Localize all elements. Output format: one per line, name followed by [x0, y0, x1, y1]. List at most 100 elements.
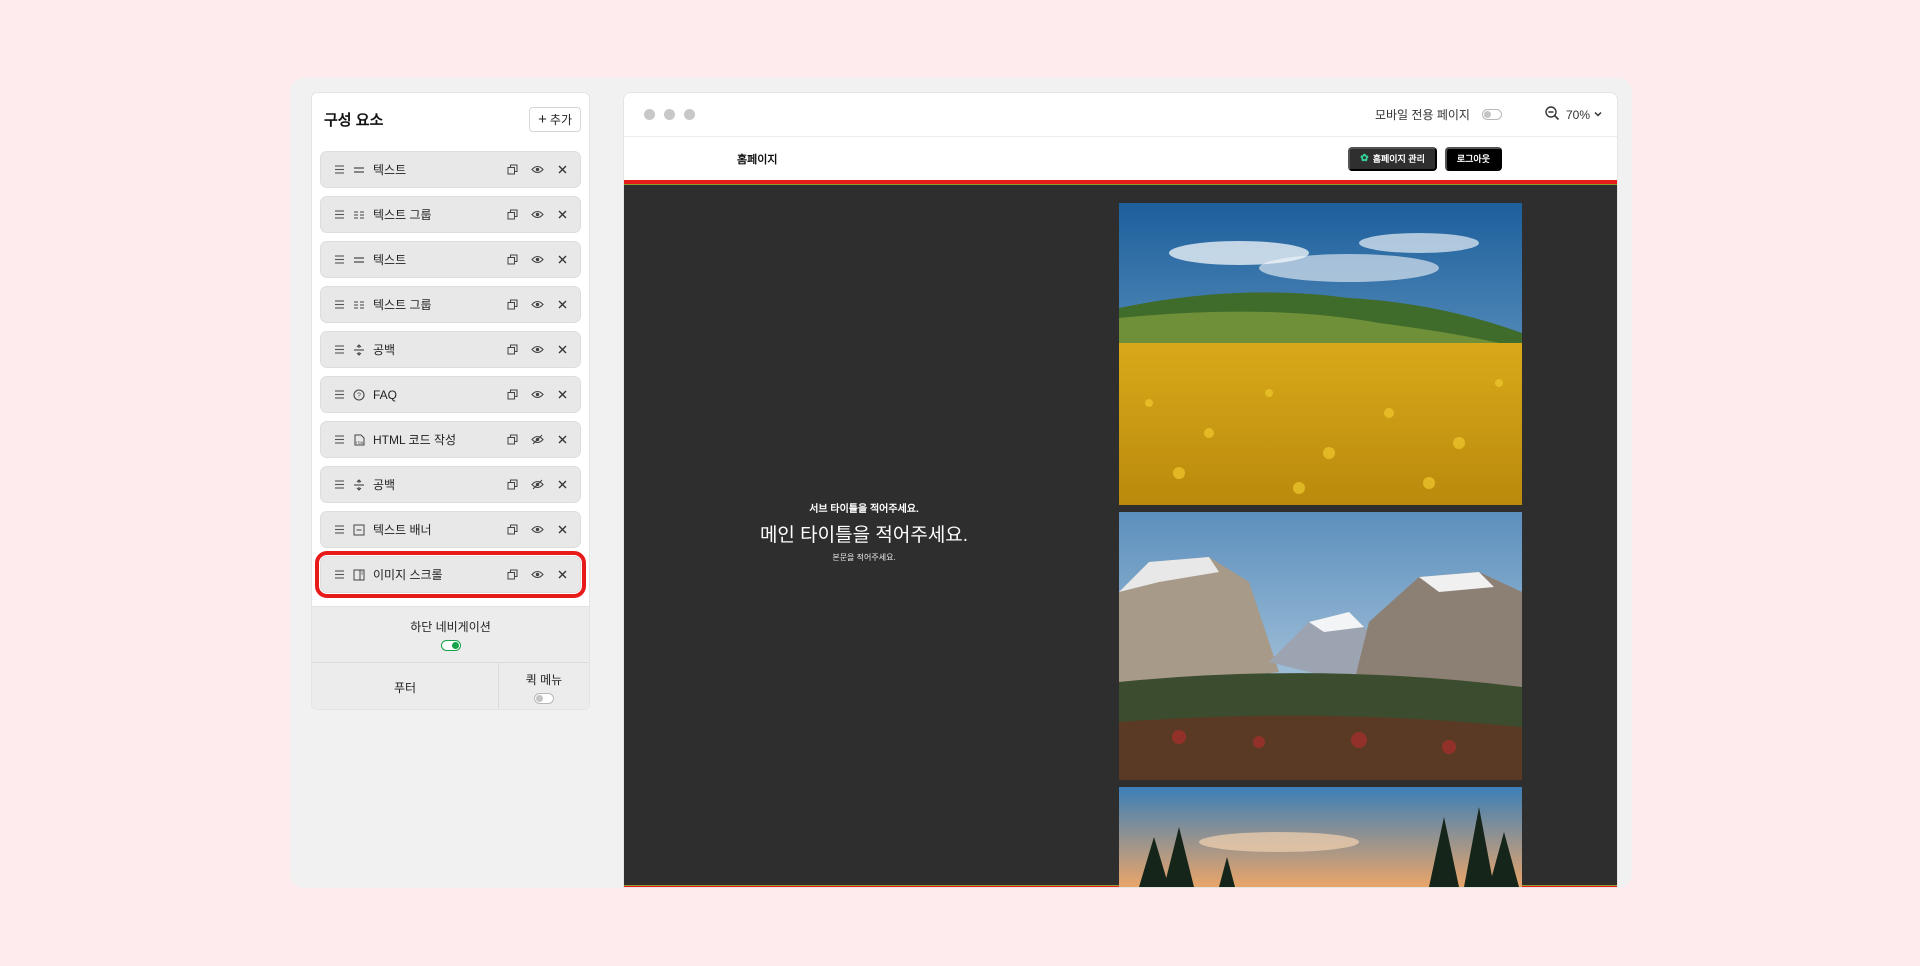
sidebar-title: 구성 요소	[324, 111, 384, 129]
footer-label: 푸터	[393, 680, 417, 695]
plus-icon: +	[538, 110, 547, 128]
eye-icon[interactable]	[528, 565, 547, 584]
spacer-icon	[351, 343, 367, 357]
mobile-only-toggle[interactable]	[1481, 109, 1502, 120]
logout-button[interactable]: 로그아웃	[1444, 146, 1502, 171]
component-item[interactable]: 텍스트 배너	[320, 511, 581, 548]
component-item-label: 공백	[373, 478, 396, 492]
quick-menu-toggle[interactable]	[534, 692, 554, 704]
component-item-label: FAQ	[373, 387, 398, 402]
bottom-navigation-row[interactable]: 하단 네비게이션	[312, 606, 589, 662]
close-icon[interactable]	[553, 430, 572, 449]
quick-menu-label: 퀵 메뉴	[525, 672, 563, 687]
duplicate-icon[interactable]	[503, 250, 522, 269]
section-body-text[interactable]: 본문을 적어주세요.	[624, 552, 1109, 563]
add-component-button[interactable]: + 추가	[529, 106, 581, 132]
component-item-label: HTML 코드 작성	[373, 433, 457, 447]
component-item[interactable]: 텍스트 그룹	[320, 196, 581, 233]
duplicate-icon[interactable]	[503, 295, 522, 314]
component-item-label: 텍스트 그룹	[373, 298, 432, 312]
eye-icon[interactable]	[528, 520, 547, 539]
duplicate-icon[interactable]	[503, 565, 522, 584]
image-scroll-section[interactable]: 서브 타이틀을 적어주세요. 메인 타이틀을 적어주세요. 본문을 적어주세요.	[624, 180, 1617, 887]
close-icon[interactable]	[553, 250, 572, 269]
html-file-icon: HTML	[351, 433, 367, 447]
section-text-block: 서브 타이틀을 적어주세요. 메인 타이틀을 적어주세요. 본문을 적어주세요.	[624, 500, 1109, 563]
eye-icon[interactable]	[528, 340, 547, 359]
drag-handle-icon[interactable]	[331, 523, 347, 537]
text-lines-icon	[351, 163, 367, 177]
text-group-icon	[351, 298, 367, 312]
logout-label: 로그아웃	[1456, 154, 1490, 164]
svg-text:HTML: HTML	[354, 441, 364, 445]
window-dot	[664, 109, 675, 120]
drag-handle-icon[interactable]	[331, 388, 347, 402]
scroll-image-forest-sunset[interactable]	[1119, 787, 1522, 887]
close-icon[interactable]	[553, 295, 572, 314]
eye-icon[interactable]	[528, 295, 547, 314]
spacer-icon	[351, 478, 367, 492]
component-item[interactable]: HTML HTML 코드 작성	[320, 421, 581, 458]
duplicate-icon[interactable]	[503, 520, 522, 539]
drag-handle-icon[interactable]	[331, 253, 347, 267]
image-scroll-column	[1119, 203, 1522, 887]
component-item[interactable]: 텍스트	[320, 151, 581, 188]
component-item[interactable]: 텍스트	[320, 241, 581, 278]
text-lines-icon	[351, 253, 367, 267]
zoom-select[interactable]: 70%	[1566, 108, 1603, 122]
drag-handle-icon[interactable]	[331, 343, 347, 357]
manage-homepage-label: 홈페이지 관리	[1372, 154, 1425, 164]
question-circle-icon: ?	[351, 388, 367, 402]
image-scroll-icon	[351, 568, 367, 582]
eye-icon[interactable]	[528, 205, 547, 224]
text-banner-icon	[351, 523, 367, 537]
duplicate-icon[interactable]	[503, 160, 522, 179]
component-item[interactable]: 공백	[320, 331, 581, 368]
drag-handle-icon[interactable]	[331, 568, 347, 582]
manage-homepage-button[interactable]: ✿ 홈페이지 관리	[1348, 146, 1437, 171]
eye-icon[interactable]	[528, 385, 547, 404]
component-item-label: 이미지 스크롤	[373, 568, 443, 582]
bottom-navigation-toggle[interactable]	[440, 640, 461, 651]
close-icon[interactable]	[553, 475, 572, 494]
eye-icon[interactable]	[528, 250, 547, 269]
bottom-navigation-label: 하단 네비게이션	[410, 620, 491, 634]
window-dot	[684, 109, 695, 120]
duplicate-icon[interactable]	[503, 205, 522, 224]
scroll-image-flower-field[interactable]	[1119, 203, 1522, 505]
duplicate-icon[interactable]	[503, 430, 522, 449]
editor-window: 구성 요소 + 추가 텍스트 텍스트 그룹 텍스트 텍스트 그룹 공백? FAQ HTML H…	[290, 78, 1632, 888]
close-icon[interactable]	[553, 205, 572, 224]
scroll-image-mountain-valley[interactable]	[1119, 512, 1522, 780]
drag-handle-icon[interactable]	[331, 298, 347, 312]
close-icon[interactable]	[553, 385, 572, 404]
section-main-title[interactable]: 메인 타이틀을 적어주세요.	[624, 520, 1109, 547]
drag-handle-icon[interactable]	[331, 163, 347, 177]
zoom-out-icon[interactable]	[1544, 105, 1560, 124]
duplicate-icon[interactable]	[503, 340, 522, 359]
drag-handle-icon[interactable]	[331, 478, 347, 492]
component-item[interactable]: 공백	[320, 466, 581, 503]
eye-off-icon[interactable]	[528, 475, 547, 494]
component-item[interactable]: ? FAQ	[320, 376, 581, 413]
section-sub-title[interactable]: 서브 타이틀을 적어주세요.	[624, 500, 1109, 515]
eye-off-icon[interactable]	[528, 430, 547, 449]
drag-handle-icon[interactable]	[331, 208, 347, 222]
close-icon[interactable]	[553, 565, 572, 584]
component-item-label: 텍스트 그룹	[373, 208, 432, 222]
component-item[interactable]: 텍스트 그룹	[320, 286, 581, 323]
component-item-label: 공백	[373, 343, 396, 357]
close-icon[interactable]	[553, 520, 572, 539]
close-icon[interactable]	[553, 160, 572, 179]
close-icon[interactable]	[553, 340, 572, 359]
duplicate-icon[interactable]	[503, 385, 522, 404]
component-item-label: 텍스트 배너	[373, 523, 432, 537]
drag-handle-icon[interactable]	[331, 433, 347, 447]
mobile-only-label: 모바일 전용 페이지	[1374, 108, 1470, 122]
duplicate-icon[interactable]	[503, 475, 522, 494]
zoom-value: 70%	[1565, 107, 1590, 122]
eye-icon[interactable]	[528, 160, 547, 179]
footer-button[interactable]: 푸터	[312, 663, 499, 709]
text-group-icon	[351, 208, 367, 222]
component-item[interactable]: 이미지 스크롤	[315, 551, 586, 598]
